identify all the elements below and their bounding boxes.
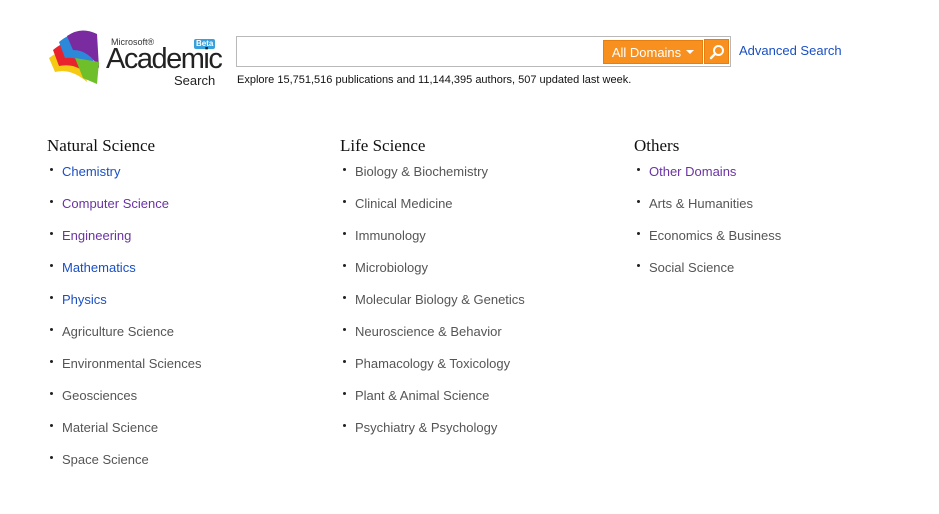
domain-list-item: Clinical Medicine: [340, 196, 525, 228]
domain-link[interactable]: Physics: [62, 292, 107, 307]
domain-list-item: Space Science: [47, 452, 201, 484]
domain-link[interactable]: Arts & Humanities: [649, 196, 753, 211]
domain-link[interactable]: Geosciences: [62, 388, 137, 403]
domain-link[interactable]: Neuroscience & Behavior: [355, 324, 502, 339]
domain-link[interactable]: Clinical Medicine: [355, 196, 453, 211]
domain-link[interactable]: Social Science: [649, 260, 734, 275]
domain-link[interactable]: Plant & Animal Science: [355, 388, 489, 403]
academic-search-logo[interactable]: Microsoft® Beta Academic Search: [47, 28, 223, 90]
others-column: Others Other Domains Arts & Humanities Eco…: [634, 136, 781, 292]
natural-science-list: Chemistry Computer Science Engineering Math…: [47, 164, 201, 484]
life-science-column: Life Science Biology & Biochemistry Clini…: [340, 136, 525, 452]
domain-link[interactable]: Agriculture Science: [62, 324, 174, 339]
domain-list-item: Engineering: [47, 228, 201, 260]
domain-link[interactable]: Psychiatry & Psychology: [355, 420, 497, 435]
domain-link[interactable]: Phamacology & Toxicology: [355, 356, 510, 371]
domain-list-item: Social Science: [634, 260, 781, 292]
domain-list-item: Microbiology: [340, 260, 525, 292]
column-title-natural-science: Natural Science: [47, 136, 156, 155]
domain-list-item: Physics: [47, 292, 201, 324]
domain-list-item: Neuroscience & Behavior: [340, 324, 525, 356]
domain-link[interactable]: Material Science: [62, 420, 158, 435]
logo-swoosh-icon: [49, 30, 99, 84]
domain-list-item: Chemistry: [47, 164, 201, 196]
domain-list-item: Biology & Biochemistry: [340, 164, 525, 196]
domain-list-item: Geosciences: [47, 388, 201, 420]
advanced-search-link[interactable]: Advanced Search: [739, 43, 842, 58]
domain-list-item: Molecular Biology & Genetics: [340, 292, 525, 324]
domain-link[interactable]: Mathematics: [62, 260, 136, 275]
others-list: Other Domains Arts & Humanities Economics …: [634, 164, 781, 292]
domain-list-item: Phamacology & Toxicology: [340, 356, 525, 388]
column-title-life-science: Life Science: [340, 136, 426, 155]
search-input[interactable]: [239, 39, 603, 65]
domain-link[interactable]: Environmental Sciences: [62, 356, 201, 371]
natural-science-column: Natural Science Chemistry Computer Scienc…: [47, 136, 201, 484]
domain-link[interactable]: Immunology: [355, 228, 426, 243]
search-button[interactable]: [704, 39, 729, 64]
domain-link[interactable]: Engineering: [62, 228, 131, 243]
domain-list-item: Material Science: [47, 420, 201, 452]
domain-link[interactable]: Computer Science: [62, 196, 169, 211]
explore-stats-text: Explore 15,751,516 publications and 11,1…: [237, 74, 632, 86]
domain-link[interactable]: Microbiology: [355, 260, 428, 275]
domain-link[interactable]: Other Domains: [649, 164, 736, 179]
domain-list-item: Computer Science: [47, 196, 201, 228]
domain-list-item: Agriculture Science: [47, 324, 201, 356]
logo-search-text: Search: [174, 73, 216, 88]
caret-down-icon: [686, 50, 695, 54]
domain-list-item: Economics & Business: [634, 228, 781, 260]
logo-academic-text: Academic: [106, 43, 223, 75]
domain-link[interactable]: Space Science: [62, 452, 149, 467]
search-icon: [709, 44, 724, 59]
life-science-list: Biology & Biochemistry Clinical Medicine I…: [340, 164, 525, 452]
domain-link[interactable]: Biology & Biochemistry: [355, 164, 488, 179]
domain-list-item: Plant & Animal Science: [340, 388, 525, 420]
search-box: All Domains: [236, 36, 731, 67]
domain-list-item: Immunology: [340, 228, 525, 260]
all-domains-dropdown[interactable]: All Domains: [603, 40, 703, 64]
all-domains-label: All Domains: [611, 44, 682, 60]
domain-link[interactable]: Molecular Biology & Genetics: [355, 292, 525, 307]
column-title-others: Others: [634, 136, 680, 155]
domain-list-item: Mathematics: [47, 260, 201, 292]
domain-link[interactable]: Economics & Business: [649, 228, 781, 243]
domain-link[interactable]: Chemistry: [62, 164, 121, 179]
domain-list-item: Psychiatry & Psychology: [340, 420, 525, 452]
domain-list-item: Other Domains: [634, 164, 781, 196]
domain-list-item: Environmental Sciences: [47, 356, 201, 388]
domain-list-item: Arts & Humanities: [634, 196, 781, 228]
